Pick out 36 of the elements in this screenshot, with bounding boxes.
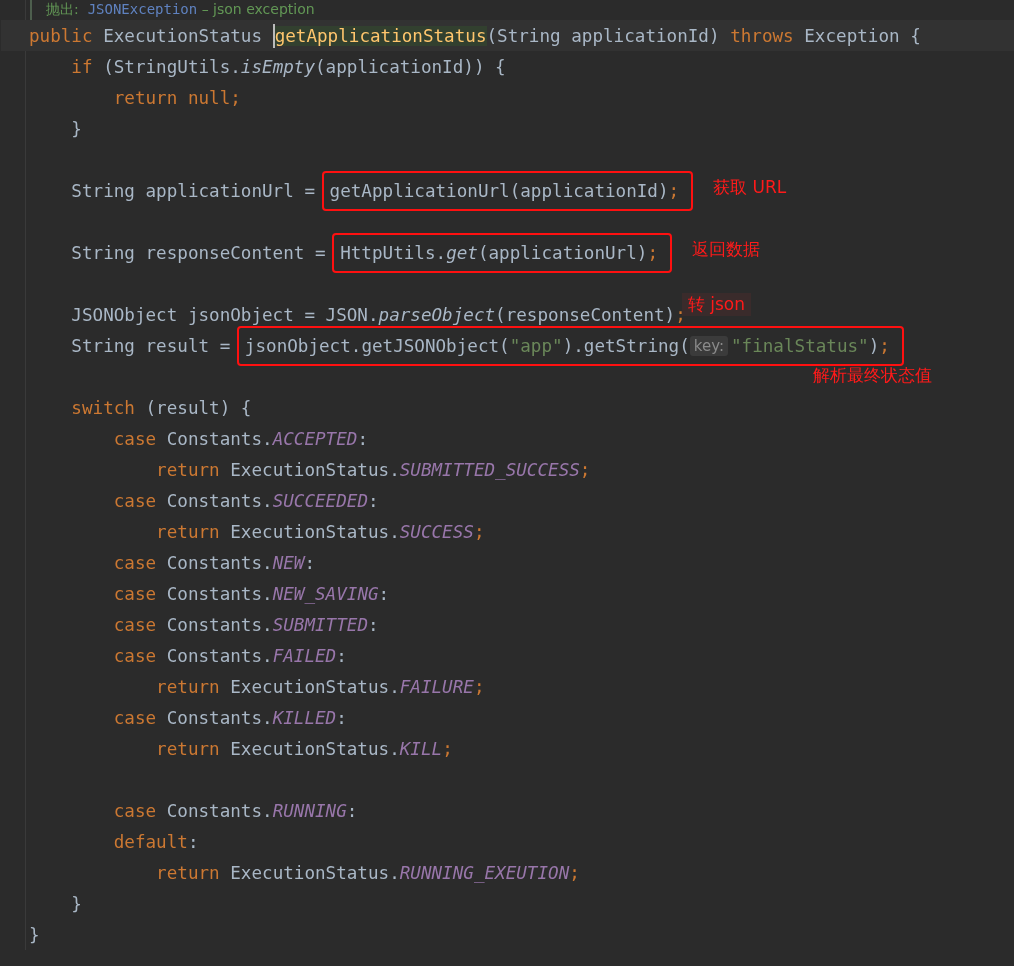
code-text: switch (result) {	[70, 397, 252, 418]
code-text: default:	[112, 831, 199, 852]
code-text: getApplicationStatus(String applicationId) throws Exception {	[274, 25, 921, 46]
code-text: case Constants.SUCCEEDED:	[112, 490, 379, 511]
code-text: }	[70, 118, 82, 139]
text-cursor	[272, 23, 275, 48]
code-text: case Constants.SUBMITTED:	[112, 614, 379, 635]
code-text: }	[29, 924, 40, 945]
annotation-note: 获取 URL	[713, 176, 787, 199]
code-text: jsonObject.getJSONObject("app").getString(	[244, 335, 690, 356]
code-text: case Constants.FAILED:	[112, 645, 347, 666]
code-text: case Constants.RUNNING:	[112, 800, 358, 821]
code-text: getApplicationUrl(applicationId);	[329, 180, 680, 201]
code-text: case Constants.ACCEPTED:	[112, 428, 368, 449]
code-text: return ExecutionStatus.SUBMITTED_SUCCESS;	[155, 459, 591, 480]
code-text: String result =	[70, 335, 232, 356]
annotation-note: 转 json	[681, 293, 751, 316]
code-text: case Constants.NEW:	[112, 552, 315, 573]
code-text: public ExecutionStatus	[29, 25, 264, 46]
code-text: return null;	[112, 87, 241, 108]
code-text: return ExecutionStatus.SUCCESS;	[155, 521, 485, 542]
code-text: return ExecutionStatus.FAILURE;	[155, 676, 485, 697]
code-text: return ExecutionStatus.KILL;	[155, 738, 453, 759]
code-text: String responseContent =	[70, 242, 327, 263]
inlay-hint: key:	[689, 335, 728, 356]
code-text: case Constants.KILLED:	[112, 707, 347, 728]
code-text: String applicationUrl =	[70, 180, 316, 201]
code-text: return ExecutionStatus.RUNNING_EXEUTION;	[155, 862, 580, 883]
code-text: }	[70, 893, 82, 914]
code-text: HttpUtils.get(applicationUrl);	[340, 242, 658, 263]
code-text: "finalStatus");	[731, 335, 890, 356]
code-text: case Constants.NEW_SAVING:	[112, 583, 390, 604]
code-text: if (StringUtils.isEmpty(applicationId)) {	[70, 56, 506, 77]
annotation-note: 解析最终状态值	[812, 363, 932, 387]
annotation-note: 返回数据	[692, 238, 760, 261]
doc-comment: 抛出: JSONException – json exception	[46, 1, 315, 19]
